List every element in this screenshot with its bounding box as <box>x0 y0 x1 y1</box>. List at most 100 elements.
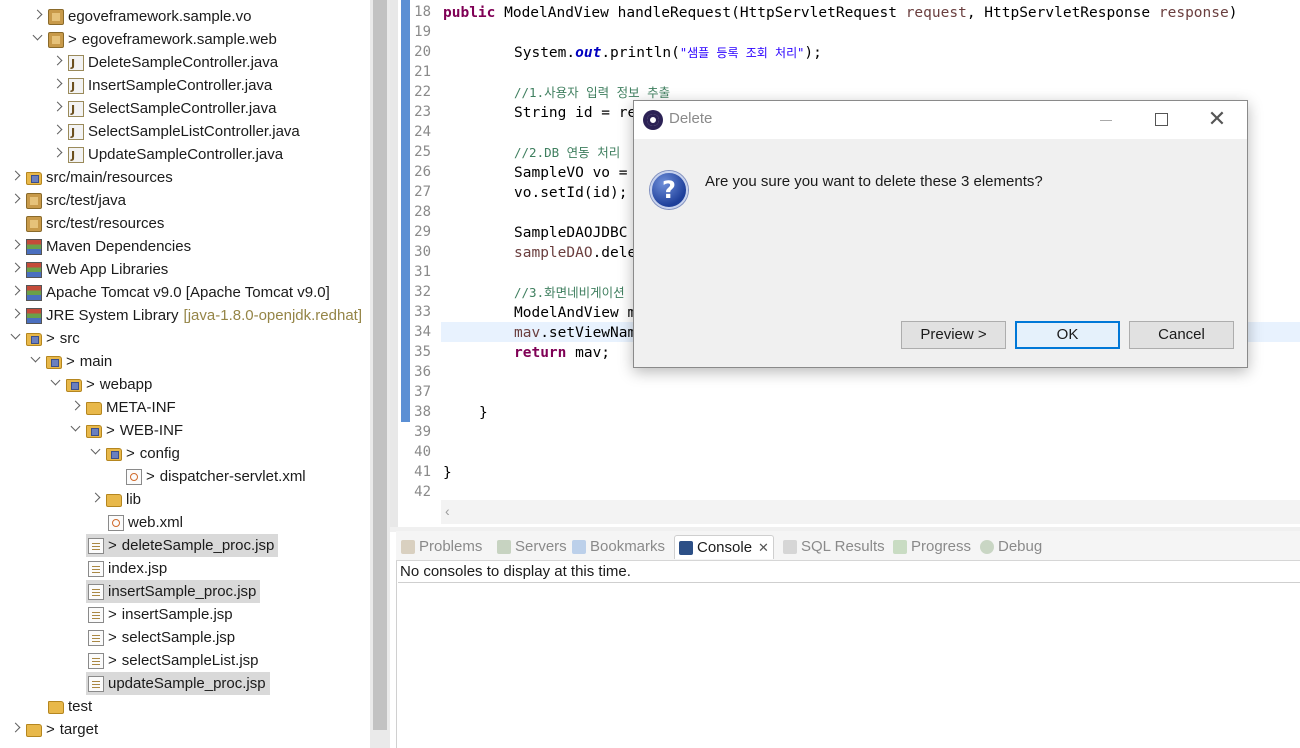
bookmarks-icon <box>572 540 586 554</box>
chevron-right-icon[interactable] <box>8 304 22 327</box>
tab-console[interactable]: Console ✕ <box>674 535 774 559</box>
chevron-down-icon[interactable] <box>88 442 102 465</box>
close-tab-icon[interactable]: ✕ <box>758 536 769 560</box>
tab-debug[interactable]: Debug <box>980 535 1042 559</box>
tree-item-folder-src[interactable]: > src <box>8 327 80 350</box>
editor-horizontal-scrollbar[interactable] <box>441 500 1300 524</box>
chevron-right-icon[interactable] <box>50 74 64 97</box>
chevron-down-icon[interactable] <box>28 350 42 373</box>
tree-item-jsp-file[interactable]: > deleteSample_proc.jsp <box>86 534 279 557</box>
minimize-button[interactable] <box>1083 107 1129 133</box>
preview-button[interactable]: Preview > <box>901 321 1006 349</box>
chevron-down-icon[interactable] <box>48 373 62 396</box>
tree-item-label: insertSample_proc.jsp <box>108 583 257 600</box>
tree-item-folder-target[interactable]: > target <box>8 718 98 741</box>
ok-button[interactable]: OK <box>1015 321 1120 349</box>
tree-item-package-web[interactable]: > egoveframework.sample.web <box>30 28 277 51</box>
tree-item-label: egoveframework.sample.web <box>81 31 277 48</box>
tree-item-label: InsertSampleController.java <box>88 77 273 94</box>
tree-item-java-file[interactable]: SelectSampleListController.java <box>50 120 300 144</box>
tree-item-label: WEB-INF <box>119 422 184 439</box>
tree-item-source-folder[interactable]: src/main/resources <box>8 166 173 189</box>
progress-icon <box>893 540 907 554</box>
maximize-button[interactable] <box>1137 107 1183 133</box>
git-change-marker: > <box>108 652 117 669</box>
tab-servers[interactable]: Servers <box>497 535 567 559</box>
tree-item-library[interactable]: Web App Libraries <box>8 258 168 281</box>
tab-bookmarks[interactable]: Bookmarks <box>572 535 665 559</box>
tree-item-folder-config[interactable]: > config <box>88 442 180 465</box>
tree-item-decoration: [java-1.8.0-openjdk.redhat] <box>183 307 362 324</box>
tree-item-jsp-file[interactable]: > selectSampleList.jsp <box>88 649 259 672</box>
tree-item-source-folder[interactable]: src/test/java <box>8 189 126 212</box>
explorer-scrollbar-thumb[interactable] <box>373 0 387 730</box>
chevron-right-icon[interactable] <box>8 189 22 212</box>
tree-item-label: web.xml <box>128 514 184 531</box>
cancel-button[interactable]: Cancel <box>1129 321 1234 349</box>
tree-item-java-file[interactable]: UpdateSampleController.java <box>50 143 283 167</box>
tree-item-source-folder[interactable]: src/test/resources <box>26 212 164 235</box>
git-change-marker: > <box>106 422 115 439</box>
tree-item-label: config <box>139 445 180 462</box>
chevron-down-icon[interactable] <box>8 327 22 350</box>
tree-item-jsp-file[interactable]: updateSample_proc.jsp <box>86 672 270 695</box>
tree-item-label: target <box>59 721 99 738</box>
tree-item-folder-webapp[interactable]: > webapp <box>48 373 152 396</box>
tree-item-jsp-file[interactable]: index.jsp <box>88 557 167 580</box>
tree-item-folder-main[interactable]: > main <box>28 350 112 373</box>
divider <box>398 582 1300 583</box>
tree-item-folder-lib[interactable]: lib <box>88 488 141 511</box>
chevron-right-icon[interactable] <box>68 396 82 419</box>
tree-item-label: src <box>59 330 80 347</box>
chevron-right-icon[interactable] <box>8 235 22 258</box>
tree-item-label: SelectSampleController.java <box>88 100 277 117</box>
tree-item-library[interactable]: Apache Tomcat v9.0 [Apache Tomcat v9.0] <box>8 281 330 304</box>
tree-item-java-file[interactable]: DeleteSampleController.java <box>50 51 278 75</box>
chevron-right-icon[interactable] <box>50 51 64 74</box>
code-line: mav.setViewNam <box>514 325 637 341</box>
tree-item-java-file[interactable]: InsertSampleController.java <box>50 74 273 98</box>
tab-sql-results[interactable]: SQL Results <box>783 535 885 559</box>
chevron-right-icon[interactable] <box>30 5 44 28</box>
tree-item-jsp-file[interactable]: > selectSample.jsp <box>88 626 235 649</box>
line-number: 36 <box>414 364 431 380</box>
folder-icon <box>86 425 102 438</box>
library-icon <box>26 238 42 255</box>
console-message: No consoles to display at this time. <box>400 563 631 580</box>
code-line: return mav; <box>514 345 611 361</box>
jsp-file-icon <box>88 606 104 623</box>
tree-item-xml-file[interactable]: web.xml <box>108 511 183 534</box>
tree-item-jsp-file[interactable]: insertSample_proc.jsp <box>86 580 261 603</box>
tab-progress[interactable]: Progress <box>893 535 971 559</box>
tree-item-library[interactable]: JRE System Library [java-1.8.0-openjdk.r… <box>8 304 362 327</box>
chevron-right-icon[interactable] <box>88 488 102 511</box>
java-file-icon <box>68 121 84 144</box>
tab-problems[interactable]: Problems <box>401 535 482 559</box>
tree-item-package-vo[interactable]: egoveframework.sample.vo <box>30 5 251 28</box>
tree-item-jsp-file[interactable]: > insertSample.jsp <box>88 603 233 626</box>
git-change-marker: > <box>126 445 135 462</box>
scroll-left-arrow-icon[interactable]: ‹ <box>445 503 450 519</box>
tree-item-folder-meta-inf[interactable]: META-INF <box>68 396 176 419</box>
chevron-right-icon[interactable] <box>8 166 22 189</box>
tree-item-library[interactable]: Maven Dependencies <box>8 235 191 258</box>
chevron-right-icon[interactable] <box>8 281 22 304</box>
chevron-right-icon[interactable] <box>8 718 22 741</box>
line-number: 39 <box>414 424 431 440</box>
folder-icon <box>26 333 42 346</box>
line-number: 22 <box>414 84 431 100</box>
tree-item-java-file[interactable]: SelectSampleController.java <box>50 97 277 121</box>
tree-item-folder-test[interactable]: test <box>48 695 92 718</box>
git-change-marker: > <box>108 629 117 646</box>
git-change-marker: > <box>46 330 55 347</box>
chevron-down-icon[interactable] <box>68 419 82 442</box>
chevron-right-icon[interactable] <box>50 120 64 143</box>
chevron-right-icon[interactable] <box>50 97 64 120</box>
tree-item-xml-file[interactable]: > dispatcher-servlet.xml <box>126 465 306 488</box>
chevron-right-icon[interactable] <box>8 258 22 281</box>
chevron-right-icon[interactable] <box>50 143 64 166</box>
chevron-down-icon[interactable] <box>30 28 44 51</box>
line-number: 40 <box>414 444 431 460</box>
close-icon[interactable]: ✕ <box>1194 107 1240 133</box>
tree-item-folder-web-inf[interactable]: > WEB-INF <box>68 419 183 442</box>
